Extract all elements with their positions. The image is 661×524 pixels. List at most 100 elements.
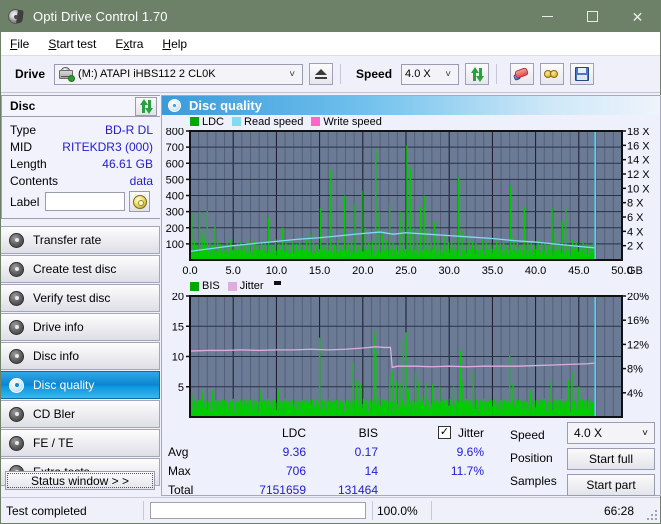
sidebar-item-create-test-disc[interactable]: Create test disc <box>1 255 160 283</box>
legend-entry-jitter: Jitter <box>227 280 264 292</box>
jitter-toggle[interactable]: ✓ Jitter <box>378 426 488 440</box>
sidebar-item-label: Disc quality <box>33 378 95 392</box>
disc-icon <box>9 290 24 306</box>
sidebar-item-disc-quality[interactable]: Disc quality <box>1 371 160 399</box>
legend-marker-icon <box>273 281 281 285</box>
ldc-chart-svg: 100 200 300 400 500 600 700 800 2 X 4 X 6 X 8 X 10 X… <box>166 128 651 277</box>
stats-avg-bis: 0.17 <box>354 444 378 459</box>
sidebar-item-verify-test-disc[interactable]: Verify test disc <box>1 284 160 312</box>
sidebar-item-disc-info[interactable]: Disc info <box>1 342 160 370</box>
stats-max-bis: 14 <box>364 463 378 478</box>
disc-panel-header: Disc <box>1 95 160 117</box>
sidebar-item-drive-info[interactable]: Drive info <box>1 313 160 341</box>
start-part-button[interactable]: Start part <box>567 474 655 496</box>
stats-row-label: Max <box>168 463 191 478</box>
resize-grip[interactable] <box>646 509 657 520</box>
disc-refresh-button[interactable] <box>135 96 157 116</box>
stats-header-ldc: LDC <box>281 425 306 440</box>
title-bar: Opti Drive Control 1.70 ✕ <box>1 1 660 32</box>
status-text: Test completed <box>6 503 87 518</box>
page-title: Disc quality <box>189 98 262 113</box>
sidebar-item-cd-bler[interactable]: CD Bler <box>1 400 160 428</box>
sidebar-item-label: Disc info <box>33 349 80 363</box>
stats-max-jitter: 11.7% <box>450 463 484 478</box>
legend-entry-ldc: LDC <box>190 116 224 128</box>
disc-panel-title: Disc <box>10 99 36 113</box>
menu-item-file[interactable]: File <box>9 35 30 53</box>
window-controls: ✕ <box>525 1 660 32</box>
disc-label-button[interactable] <box>129 191 151 212</box>
test-speed-value: 4.0 X <box>574 426 603 440</box>
sidebar-item-label: CD Bler <box>33 407 76 421</box>
svg-text:GB: GB <box>627 265 643 277</box>
glasses-icon <box>544 67 560 81</box>
refresh-button[interactable] <box>465 63 490 85</box>
disc-row-key: Contents <box>10 173 59 188</box>
disc-icon <box>9 319 24 335</box>
stats-header-bis: BIS <box>358 425 378 440</box>
svg-text:5: 5 <box>178 382 184 394</box>
svg-text:6 X: 6 X <box>627 212 644 224</box>
svg-text:300: 300 <box>166 207 184 219</box>
eraser-icon <box>513 67 530 81</box>
drive-label: Drive <box>15 67 46 81</box>
stats-table: LDC BIS ✓ Jitter Avg 9.36 0.17 9.6% Max … <box>168 423 508 499</box>
close-button[interactable]: ✕ <box>615 1 660 32</box>
menu-item-start-test[interactable]: Start test <box>47 35 97 53</box>
optical-drive-icon <box>58 67 76 82</box>
disc-row-value: 46.61 GB <box>102 156 153 171</box>
svg-text:15: 15 <box>172 321 184 333</box>
jitter-checkbox[interactable]: ✓ <box>437 426 451 439</box>
svg-text:30.0: 30.0 <box>438 265 459 277</box>
erase-button[interactable] <box>510 63 535 85</box>
menu-item-help[interactable]: Help <box>161 35 188 53</box>
svg-text:20%: 20% <box>627 293 649 303</box>
start-full-button[interactable]: Start full <box>567 448 655 470</box>
panel-header: Disc quality <box>162 96 660 115</box>
sidebar-item-transfer-rate[interactable]: Transfer rate <box>1 226 160 254</box>
sidebar-nav: Transfer rate Create test disc Verify te… <box>1 226 160 486</box>
minimize-icon <box>542 16 553 17</box>
disc-icon <box>9 435 24 451</box>
drive-select[interactable]: (M:) ATAPI iHBS112 2 CL0K ˅ <box>54 63 304 85</box>
drive-select-value: (M:) ATAPI iHBS112 2 CL0K <box>78 68 216 80</box>
svg-text:100: 100 <box>166 239 184 251</box>
stats-actions: 4.0 X ˅ Start full Start part <box>567 422 655 500</box>
disc-row-value: BD-R DL <box>104 122 153 137</box>
disc-icon <box>9 261 24 277</box>
test-speed-select[interactable]: 4.0 X ˅ <box>567 422 655 444</box>
eject-button[interactable] <box>309 63 334 85</box>
svg-text:20: 20 <box>172 293 184 303</box>
sidebar-item-fe-te[interactable]: FE / TE <box>1 429 160 457</box>
svg-text:5.0: 5.0 <box>226 265 241 277</box>
stats-max-ldc: 706 <box>285 463 306 478</box>
bitsetting-button[interactable] <box>540 63 565 85</box>
minimize-button[interactable] <box>525 1 570 32</box>
disc-row-value: RITEKDR3 (000) <box>62 139 153 154</box>
svg-text:4%: 4% <box>627 388 643 400</box>
save-button[interactable] <box>570 63 595 85</box>
svg-text:2 X: 2 X <box>627 241 644 253</box>
legend-entry-write-speed: Write speed <box>311 116 382 128</box>
status-window-button[interactable]: Status window > > <box>5 471 155 490</box>
legend-swatch-jitter <box>227 281 237 291</box>
status-bar: Test completed 100.0% 66:28 <box>1 497 660 523</box>
stats-samples-label: Samples <box>510 473 557 488</box>
maximize-button[interactable] <box>570 1 615 32</box>
sidebar-item-label: FE / TE <box>33 436 74 450</box>
left-panel: Disc Type BD-R DL MID RITEKDR3 (000) Len… <box>1 95 160 496</box>
disc-row-key: MID <box>10 139 32 154</box>
legend-label-write-speed: Write speed <box>323 115 382 128</box>
toolbar-separator-1 <box>340 64 342 84</box>
chevron-down-icon: ˅ <box>642 427 648 439</box>
disc-icon <box>9 377 24 393</box>
stats-avg-jitter: 9.6% <box>456 444 484 459</box>
svg-text:0.0: 0.0 <box>182 265 197 277</box>
menu-item-extra[interactable]: Extra <box>114 35 144 53</box>
svg-text:600: 600 <box>166 158 184 170</box>
legend-label-read-speed: Read speed <box>244 115 304 128</box>
stats-row-label: Avg <box>168 444 189 459</box>
speed-select[interactable]: 4.0 X ˅ <box>401 63 460 85</box>
legend-label-ldc: LDC <box>202 115 225 128</box>
disc-label-input[interactable] <box>45 192 126 211</box>
